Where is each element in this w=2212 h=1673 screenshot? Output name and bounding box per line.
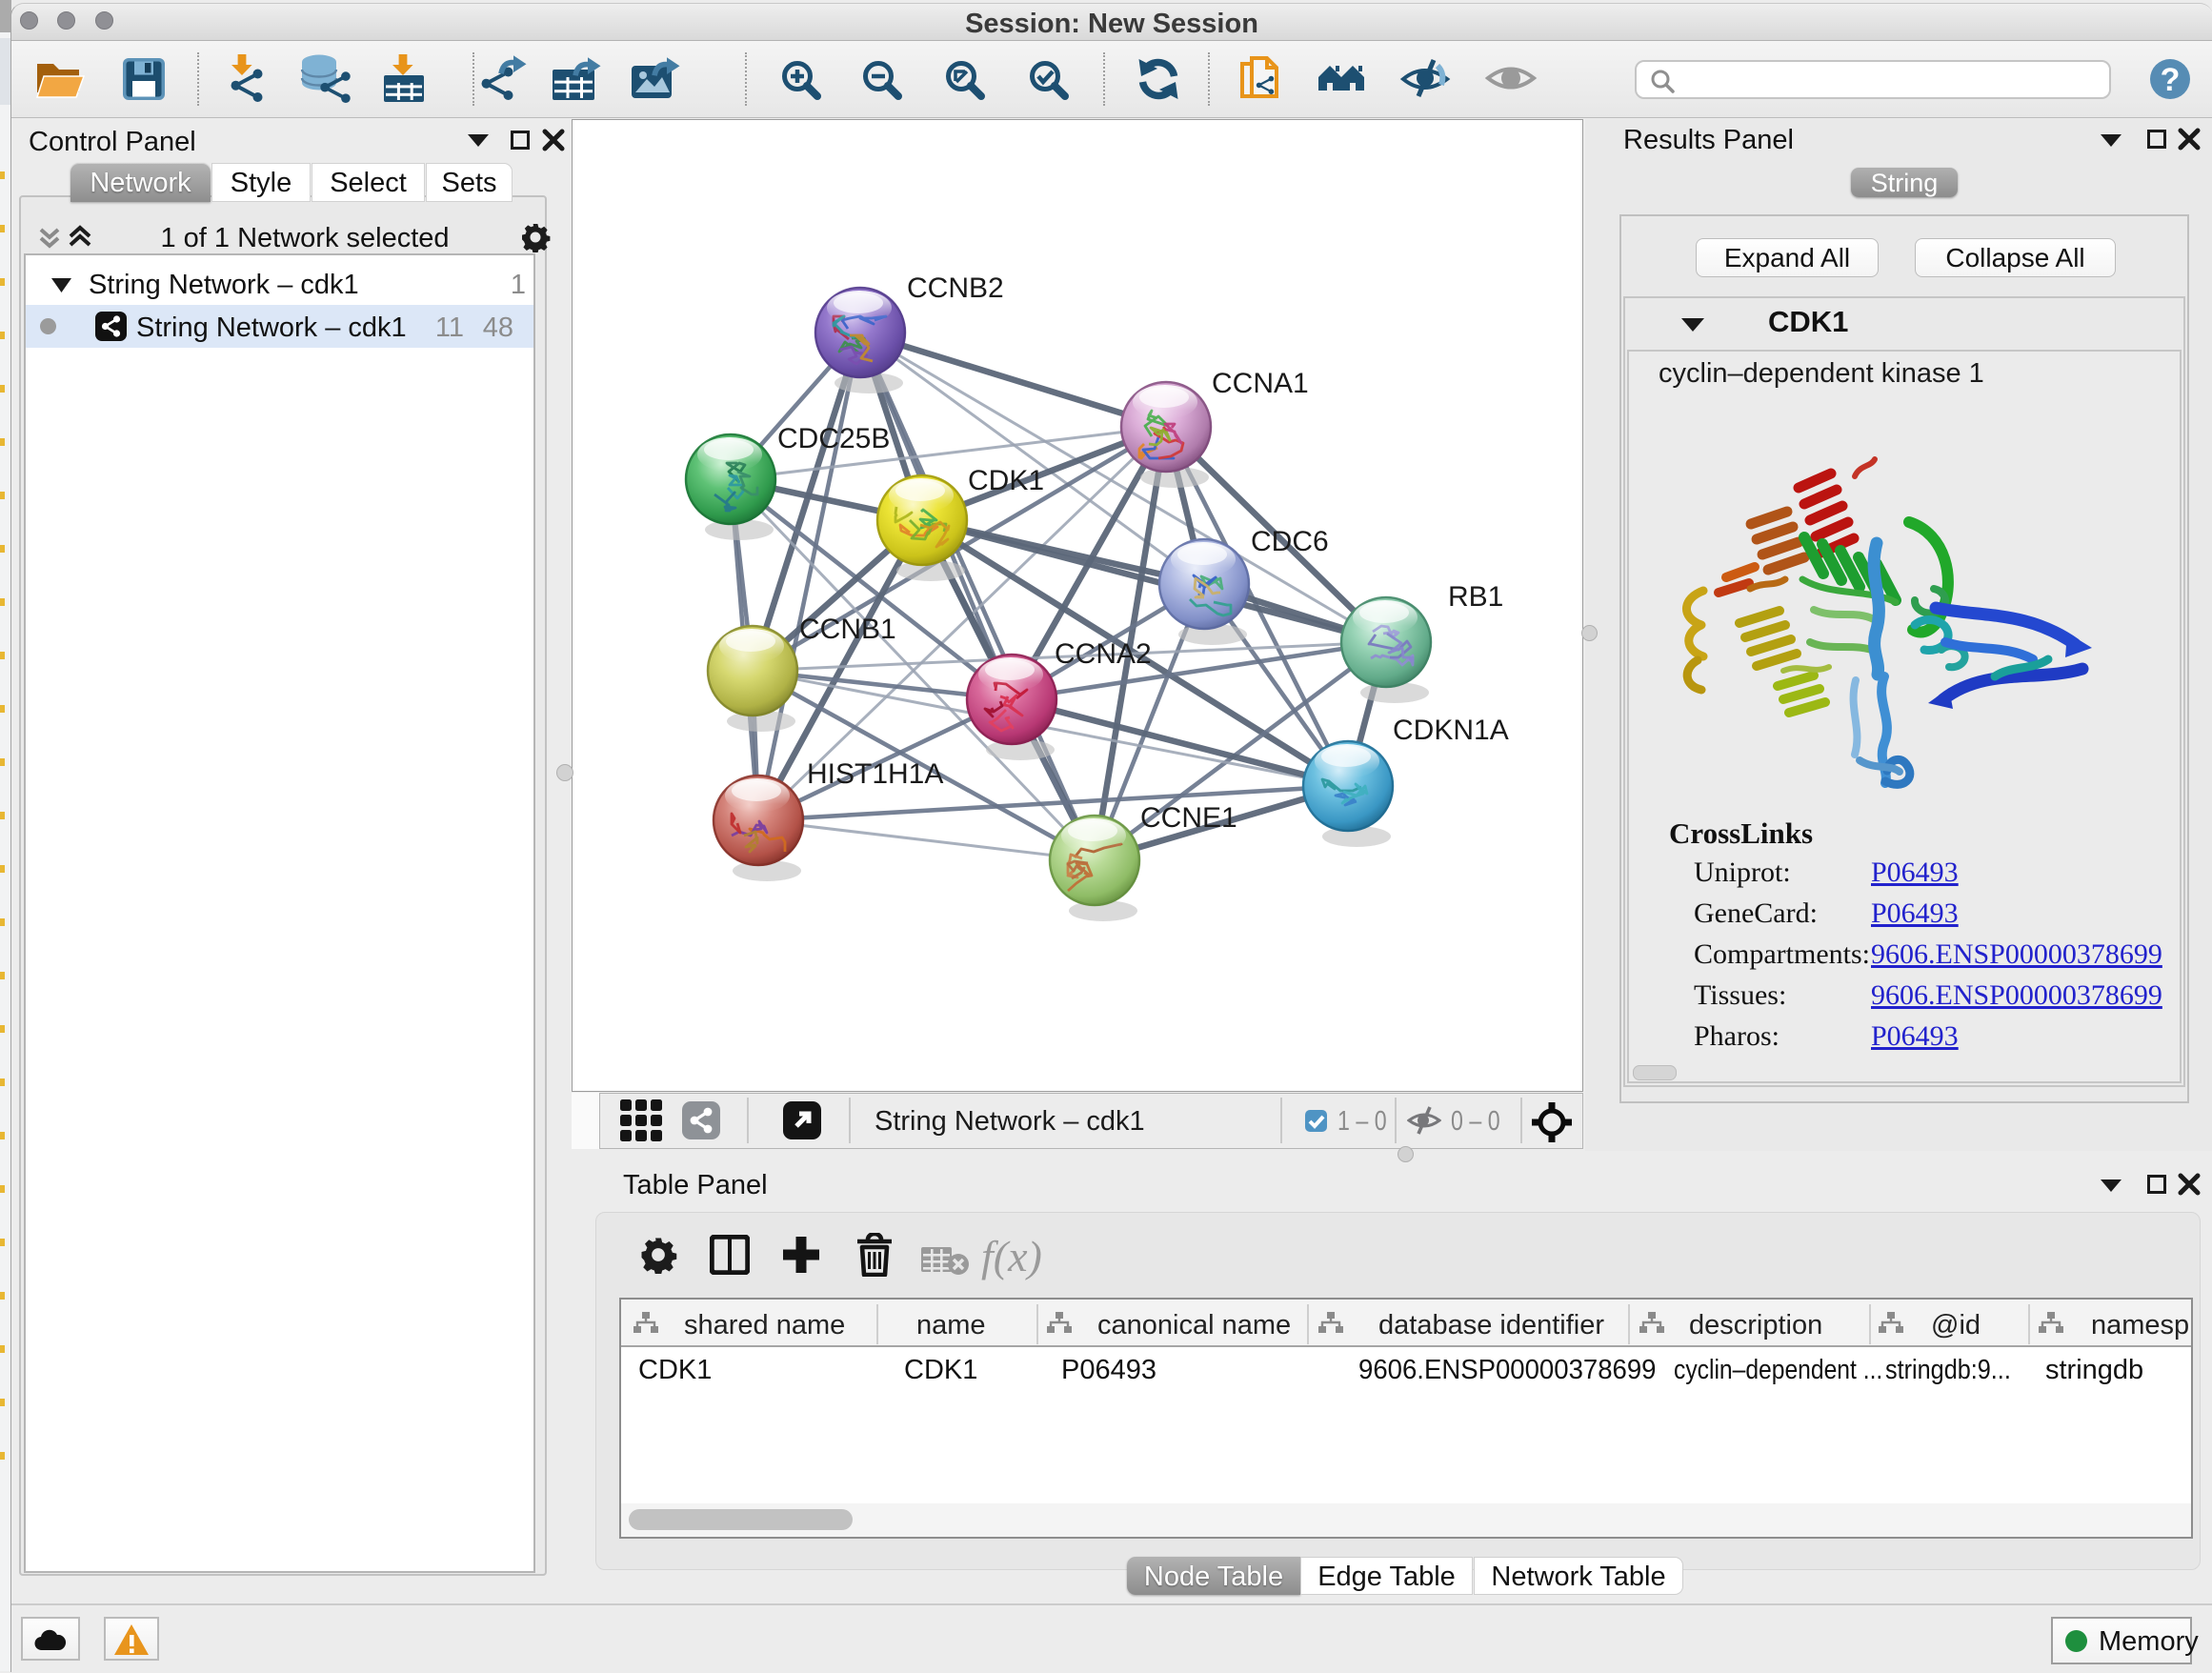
svg-text:CCNA1: CCNA1 <box>1212 368 1309 399</box>
svg-text:RB1: RB1 <box>1448 581 1503 613</box>
svg-text:CCNB1: CCNB1 <box>799 614 896 645</box>
svg-text:CCNA2: CCNA2 <box>1055 638 1152 670</box>
svg-text:CDK1: CDK1 <box>968 465 1044 496</box>
svg-text:CDC6: CDC6 <box>1251 526 1329 557</box>
svg-text:CCNB2: CCNB2 <box>907 272 1004 304</box>
svg-text:CCNE1: CCNE1 <box>1140 802 1237 834</box>
svg-text:CDKN1A: CDKN1A <box>1393 715 1509 746</box>
svg-text:HIST1H1A: HIST1H1A <box>807 758 943 790</box>
svg-text:CDC25B: CDC25B <box>777 423 890 454</box>
